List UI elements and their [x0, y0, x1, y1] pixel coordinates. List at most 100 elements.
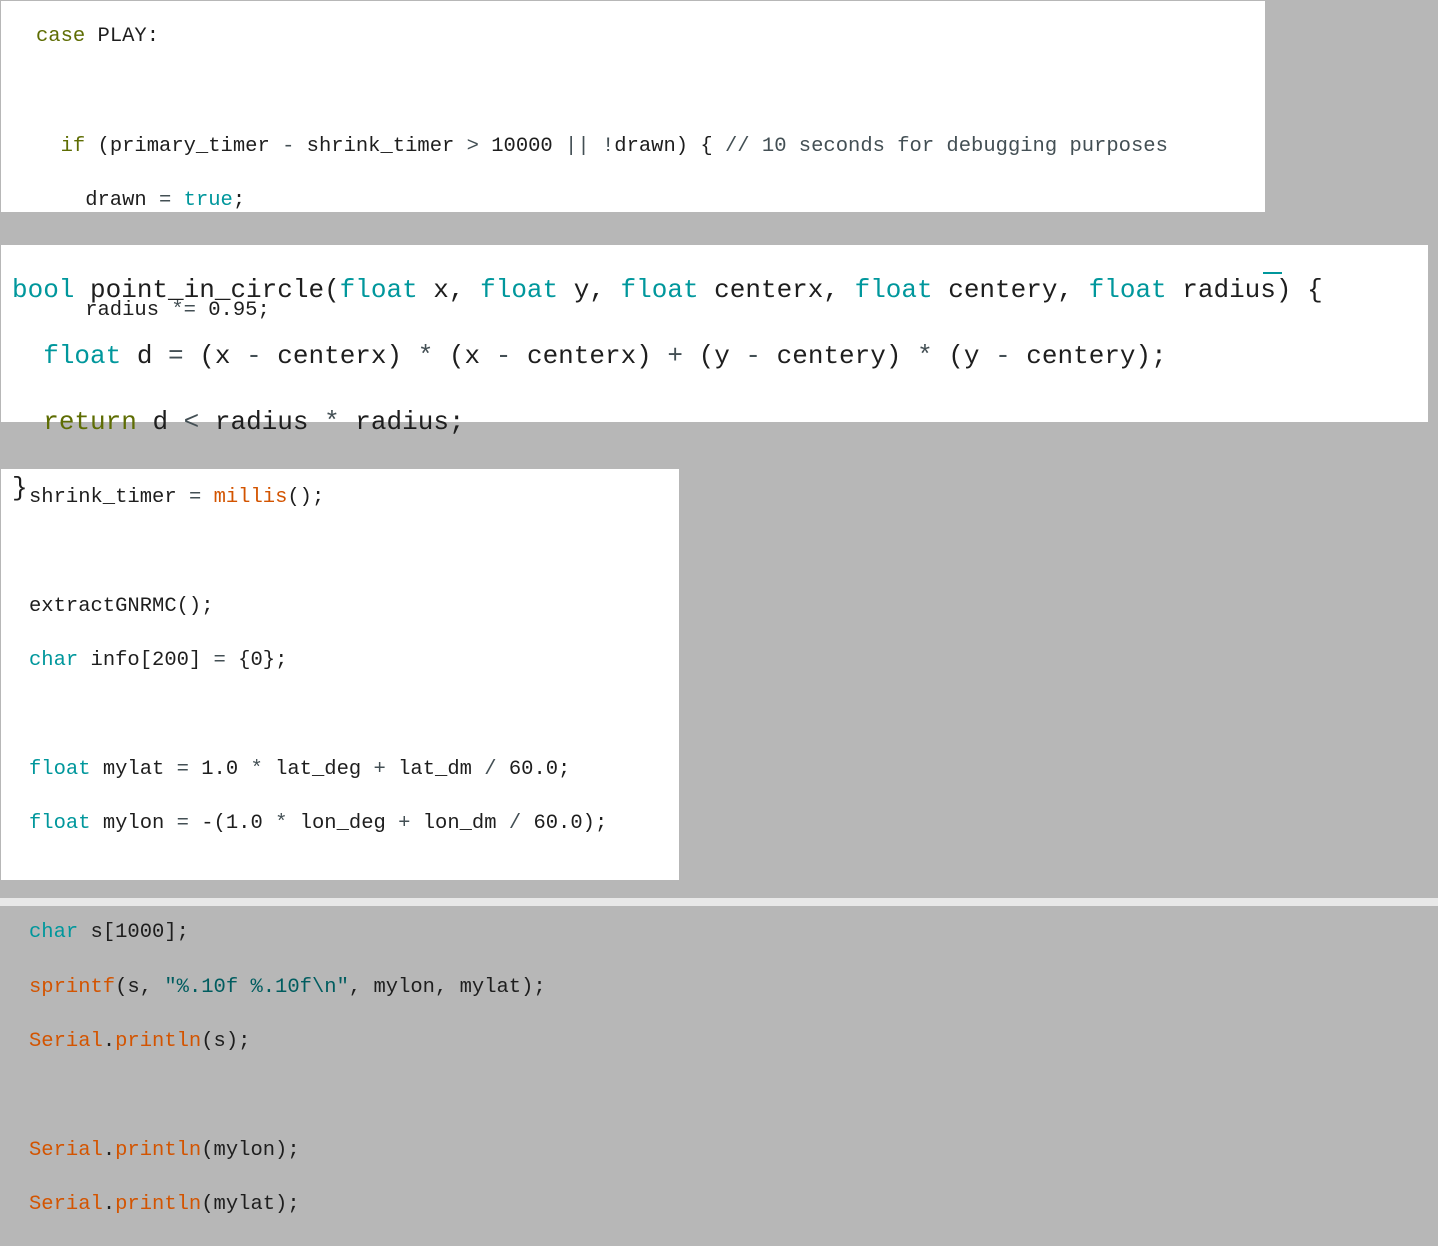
code-token: lat_deg	[262, 758, 374, 782]
code-token: (mylon);	[201, 1138, 300, 1162]
code-line: char info[200] = {0};	[29, 647, 607, 674]
code-line: ​	[36, 78, 1168, 105]
code-token: /	[484, 758, 497, 782]
code-block-gps-logging: shrink_timer = millis(); ​ extractGNRMC(…	[29, 484, 607, 1246]
code-token: (y	[683, 341, 746, 371]
code-token: -	[246, 341, 262, 371]
code-token: ();	[287, 486, 325, 509]
code-line: ​	[29, 1082, 607, 1109]
code-token: radius;	[339, 407, 465, 437]
code-token: float	[43, 341, 122, 371]
code-token: y,	[558, 275, 621, 305]
code-token: info[200]	[78, 649, 214, 673]
code-token: -	[995, 341, 1011, 371]
code-line: ​	[29, 702, 607, 729]
code-token: true	[183, 189, 233, 213]
code-line: Serial.println(mylon);	[29, 1137, 607, 1164]
code-token: /	[508, 812, 522, 836]
code-line: bool point_in_circle( float x, float y, f…	[12, 274, 1323, 307]
code-line: ​	[36, 242, 1168, 269]
code-token: Serial	[29, 1193, 103, 1217]
code-token: centerx)	[511, 341, 668, 371]
code-token: =	[188, 486, 202, 509]
code-token: ||	[565, 134, 590, 158]
code-line: drawn = true;	[36, 187, 1168, 214]
code-token: +	[398, 812, 411, 836]
code-token: 60.0;	[496, 758, 571, 782]
code-line: case PLAY:	[36, 23, 1168, 50]
code-token: lat_dm	[385, 758, 485, 782]
code-token: +	[373, 758, 386, 782]
code-line: extractGNRMC();	[29, 593, 607, 620]
code-token: extractGNRMC();	[29, 594, 214, 618]
code-token: bool	[12, 275, 75, 305]
code-token: float	[29, 812, 91, 836]
code-token: s[1000];	[78, 921, 189, 945]
code-token: d	[121, 341, 169, 371]
code-token: !	[601, 134, 615, 158]
code-line: Serial.println(s);	[29, 1028, 607, 1055]
code-token: println	[115, 1030, 202, 1054]
code-line: if (primary_timer - shrink_timer > 10000…	[36, 133, 1168, 160]
code-token: float	[480, 275, 559, 305]
code-line: shrink_timer = millis();	[29, 484, 607, 511]
code-token: // 10 seconds for debugging purposes	[725, 134, 1168, 158]
code-token: =	[159, 189, 172, 213]
code-token: (x	[183, 341, 247, 371]
code-token: millis	[213, 486, 288, 509]
code-line: ​	[29, 538, 607, 565]
code-token: centerx,	[698, 275, 855, 305]
code-token: shrink_timer	[29, 486, 189, 509]
code-line: float mylat = 1.0 * lat_deg + lat_dm / 6…	[29, 756, 607, 783]
code-token: "%.10f %.10f\n"	[164, 975, 349, 999]
code-token: float	[29, 758, 91, 782]
code-line: float d = (x - centerx) * (x - centerx) …	[12, 340, 1323, 373]
code-token: .	[102, 1138, 116, 1162]
code-line: char s[1000];	[29, 919, 607, 946]
code-token: lon_dm	[410, 812, 509, 836]
code-token: 60.0);	[521, 812, 608, 836]
code-token: .	[102, 1030, 116, 1054]
code-token: Serial	[29, 1138, 103, 1162]
code-token: return	[43, 407, 137, 437]
code-token: *	[917, 341, 933, 371]
code-token: point_in_circle(	[74, 275, 340, 305]
code-token: =	[168, 341, 184, 371]
code-token: (primary_timer	[85, 134, 283, 158]
code-token: *	[324, 407, 340, 437]
code-token: (s,	[115, 975, 165, 999]
code-token: float	[854, 275, 933, 305]
code-token: centery,	[932, 275, 1089, 305]
code-token: =	[176, 758, 189, 782]
code-token: case	[36, 25, 86, 48]
code-token: {0};	[225, 649, 288, 673]
code-token: float	[1088, 275, 1167, 305]
code-line: sprintf(s, "%.10f %.10f\n", mylon, mylat…	[29, 974, 607, 1001]
code-token: Serial	[29, 1030, 103, 1054]
code-token: sprintf	[29, 975, 116, 999]
code-token: centerx)	[261, 341, 418, 371]
code-token: ;	[232, 189, 246, 213]
code-token: println	[115, 1193, 202, 1217]
code-line: Serial.println(mylat);	[29, 1191, 607, 1218]
code-token: x,	[417, 275, 481, 305]
code-token: PLAY:	[85, 25, 160, 48]
code-token: mylon	[90, 812, 177, 836]
code-token: -	[495, 341, 512, 371]
code-token: =	[176, 812, 189, 836]
code-token: (mylat);	[201, 1193, 300, 1217]
code-token: =	[213, 649, 226, 673]
code-token: -(1.0	[188, 812, 276, 836]
code-token: float	[620, 275, 699, 305]
code-token: >	[466, 134, 479, 158]
text-cursor-marker	[1263, 272, 1282, 274]
code-token: -	[282, 134, 295, 158]
code-token: *	[250, 758, 263, 782]
code-token: char	[29, 649, 79, 673]
code-token: radius	[199, 407, 325, 437]
